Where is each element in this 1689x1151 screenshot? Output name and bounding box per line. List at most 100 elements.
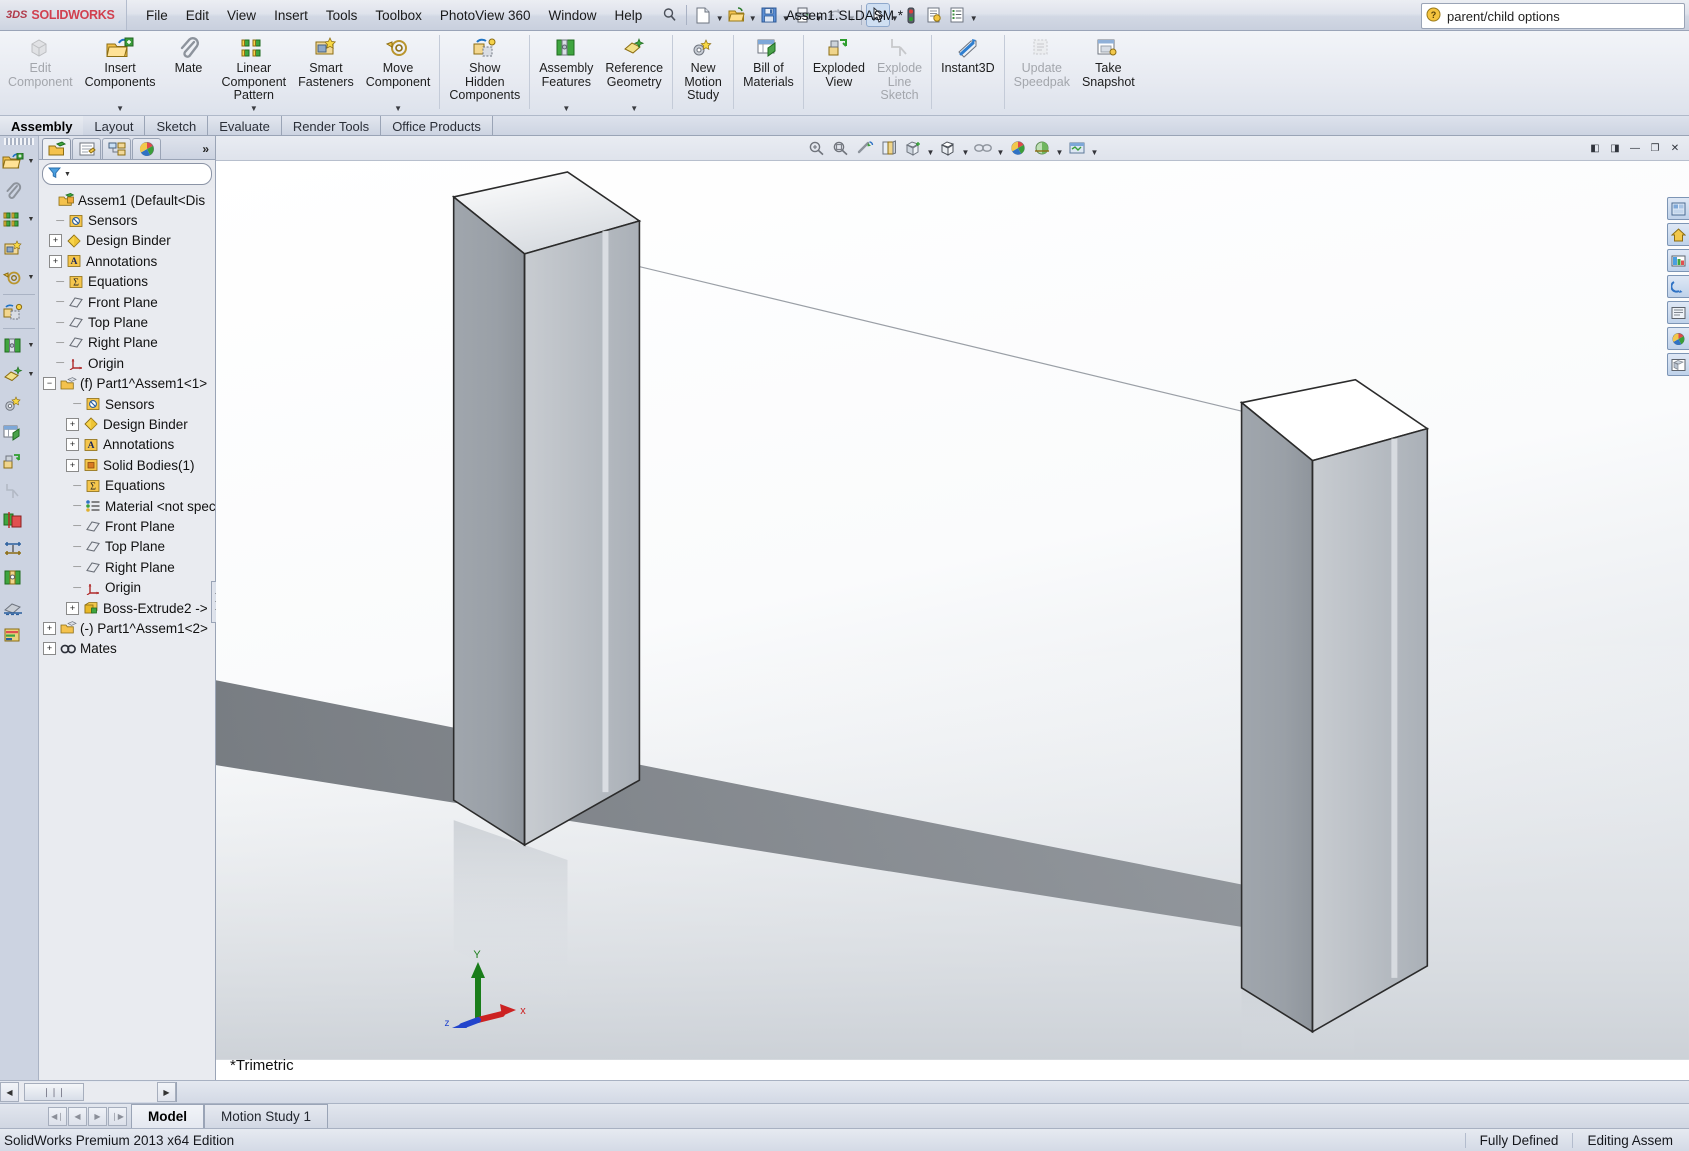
left-new-motion-study[interactable] xyxy=(0,389,38,418)
chevron-down-icon[interactable]: ▼ xyxy=(250,104,258,113)
ribbon-mate[interactable]: Mate xyxy=(162,31,216,113)
tab-layout[interactable]: Layout xyxy=(83,116,146,135)
render-tools-icon[interactable] xyxy=(1667,327,1689,350)
tree-item-sensors[interactable]: ─ Sensors xyxy=(39,210,215,230)
display-style-caret[interactable]: ▼ xyxy=(961,137,970,160)
tree-expand-toggle[interactable]: + xyxy=(66,458,79,472)
tree-expand-toggle[interactable]: + xyxy=(43,642,56,656)
ribbon-move-component[interactable]: Move Component ▼ xyxy=(360,31,437,113)
apply-scene-icon[interactable] xyxy=(1031,138,1053,158)
left-section-view[interactable] xyxy=(0,592,38,621)
left-assembly-features[interactable]: ▼ xyxy=(0,331,38,360)
ribbon-new-motion-study[interactable]: New Motion Study xyxy=(676,31,730,113)
custom-properties-icon[interactable] xyxy=(1667,275,1689,298)
left-reference-geometry[interactable]: ▼ xyxy=(0,360,38,389)
feature-tree-hscrollbar[interactable]: ◀ ❘❘❘ ▶ xyxy=(0,1082,177,1102)
tree-item-equations[interactable]: ─ Σ Equations xyxy=(39,272,215,292)
tree-expand-toggle[interactable]: + xyxy=(66,438,79,452)
hide-show-items-caret[interactable]: ▼ xyxy=(996,137,1005,160)
tree-item-part1-instance1[interactable]: − (f) Part1^Assem1<1> xyxy=(39,374,215,394)
new-document-icon[interactable] xyxy=(692,4,714,26)
toolbar-grip[interactable] xyxy=(4,138,34,145)
scroll-track[interactable]: ❘❘❘ xyxy=(19,1082,157,1102)
undo-icon[interactable] xyxy=(824,4,846,26)
new-document-caret[interactable]: ▼ xyxy=(715,5,724,26)
tree-item-part-front-plane[interactable]: ─ Front Plane xyxy=(39,516,215,536)
chevron-down-icon[interactable]: ▼ xyxy=(26,158,36,165)
menu-view[interactable]: View xyxy=(218,4,265,27)
ribbon-reference-geometry[interactable]: Reference Geometry ▼ xyxy=(599,31,669,113)
rebuild-icon[interactable] xyxy=(900,4,922,26)
left-smart-fasteners[interactable] xyxy=(0,234,38,263)
tree-item-front-plane[interactable]: ─ Front Plane xyxy=(39,292,215,312)
tab-model[interactable]: Model xyxy=(131,1104,204,1128)
left-exploded-view[interactable] xyxy=(0,447,38,476)
help-search-box[interactable]: ? parent/child options xyxy=(1421,3,1685,29)
tree-item-mates[interactable]: + Mates xyxy=(39,639,215,659)
scroll-right-arrow-icon[interactable]: ▶ xyxy=(157,1082,176,1102)
zoom-to-fit-icon[interactable] xyxy=(806,138,828,158)
tab-evaluate[interactable]: Evaluate xyxy=(208,116,282,135)
ribbon-insert-components[interactable]: Insert Components ▼ xyxy=(79,31,162,113)
view-settings-caret[interactable]: ▼ xyxy=(1090,137,1099,160)
tree-item-design-binder[interactable]: + Design Binder xyxy=(39,231,215,251)
tree-item-annotations[interactable]: + A Annotations xyxy=(39,251,215,271)
tree-item-top-plane[interactable]: ─ Top Plane xyxy=(39,312,215,332)
restore-window-icon[interactable]: ❐ xyxy=(1647,141,1663,155)
tree-item-solid-bodies[interactable]: + Solid Bodies(1) xyxy=(39,455,215,475)
ribbon-exploded-view[interactable]: Exploded View xyxy=(807,31,871,113)
menu-insert[interactable]: Insert xyxy=(265,4,317,27)
options-icon[interactable] xyxy=(923,4,945,26)
left-show-hidden-components[interactable] xyxy=(0,297,38,326)
menu-help[interactable]: Help xyxy=(605,4,651,27)
left-assembly-visualization[interactable] xyxy=(0,621,38,650)
menu-edit[interactable]: Edit xyxy=(177,4,218,27)
tree-item-part-top-plane[interactable]: ─ Top Plane xyxy=(39,537,215,557)
menu-tools[interactable]: Tools xyxy=(317,4,367,27)
left-linear-pattern[interactable]: ▼ xyxy=(0,205,38,234)
zoom-to-area-icon[interactable] xyxy=(830,138,852,158)
next-tab-button[interactable]: ▶ xyxy=(88,1106,107,1126)
customize-caret[interactable]: ▼ xyxy=(969,5,978,26)
apply-scene-caret[interactable]: ▼ xyxy=(1055,137,1064,160)
tree-item-part-sensors[interactable]: ─ Sensors xyxy=(39,394,215,414)
left-explode-line-sketch[interactable] xyxy=(0,476,38,505)
view-orientation-icon[interactable] xyxy=(902,138,924,158)
chevron-down-icon[interactable]: ▼ xyxy=(26,274,36,281)
undo-caret[interactable]: ▼ xyxy=(847,5,856,26)
tab-render-tools[interactable]: Render Tools xyxy=(281,116,382,135)
tree-item-part-right-plane[interactable]: ─ Right Plane xyxy=(39,557,215,577)
ribbon-explode-line-sketch[interactable]: Explode Line Sketch xyxy=(871,31,928,113)
scroll-left-arrow-icon[interactable]: ◀ xyxy=(0,1082,19,1102)
tree-collapse-toggle[interactable]: − xyxy=(43,377,56,391)
left-insert-components[interactable]: ▼ xyxy=(0,147,38,176)
appearances-scenes-icon[interactable] xyxy=(1667,249,1689,272)
last-tab-button[interactable]: ❘▶ xyxy=(108,1106,127,1126)
hide-show-items-icon[interactable] xyxy=(972,138,994,158)
tree-item-part-design-binder[interactable]: + Design Binder xyxy=(39,414,215,434)
menu-window[interactable]: Window xyxy=(539,4,605,27)
tree-item-boss-extrude2[interactable]: + Boss-Extrude2 -> xyxy=(39,598,215,618)
tree-expand-toggle[interactable]: + xyxy=(66,601,79,615)
tab-office-products[interactable]: Office Products xyxy=(381,116,493,135)
select-caret[interactable]: ▼ xyxy=(890,5,899,26)
tab-sketch[interactable]: Sketch xyxy=(145,116,209,135)
tree-expand-toggle[interactable]: + xyxy=(49,254,62,268)
print-caret[interactable]: ▼ xyxy=(814,5,823,26)
chevron-down-icon[interactable]: ▼ xyxy=(116,104,124,113)
open-document-caret[interactable]: ▼ xyxy=(748,5,757,26)
property-manager-tab[interactable] xyxy=(72,138,101,159)
menu-file[interactable]: File xyxy=(137,4,177,27)
previous-view-icon[interactable] xyxy=(854,138,876,158)
ribbon-take-snapshot[interactable]: Take Snapshot xyxy=(1076,31,1141,113)
appearances-home-icon[interactable] xyxy=(1667,223,1689,246)
chevron-down-icon[interactable]: ▼ xyxy=(26,216,36,223)
feature-tree-tab[interactable] xyxy=(42,138,71,159)
tree-filter-input[interactable]: ▼ xyxy=(42,163,212,185)
search-icon[interactable] xyxy=(659,4,681,26)
3d-viewport[interactable]: Y x z *Trimetric xyxy=(216,161,1689,1080)
left-mate[interactable] xyxy=(0,176,38,205)
tree-expand-toggle[interactable]: + xyxy=(43,621,56,635)
tree-item-part-origin[interactable]: ─ Origin xyxy=(39,577,215,597)
left-mass-properties[interactable] xyxy=(0,563,38,592)
